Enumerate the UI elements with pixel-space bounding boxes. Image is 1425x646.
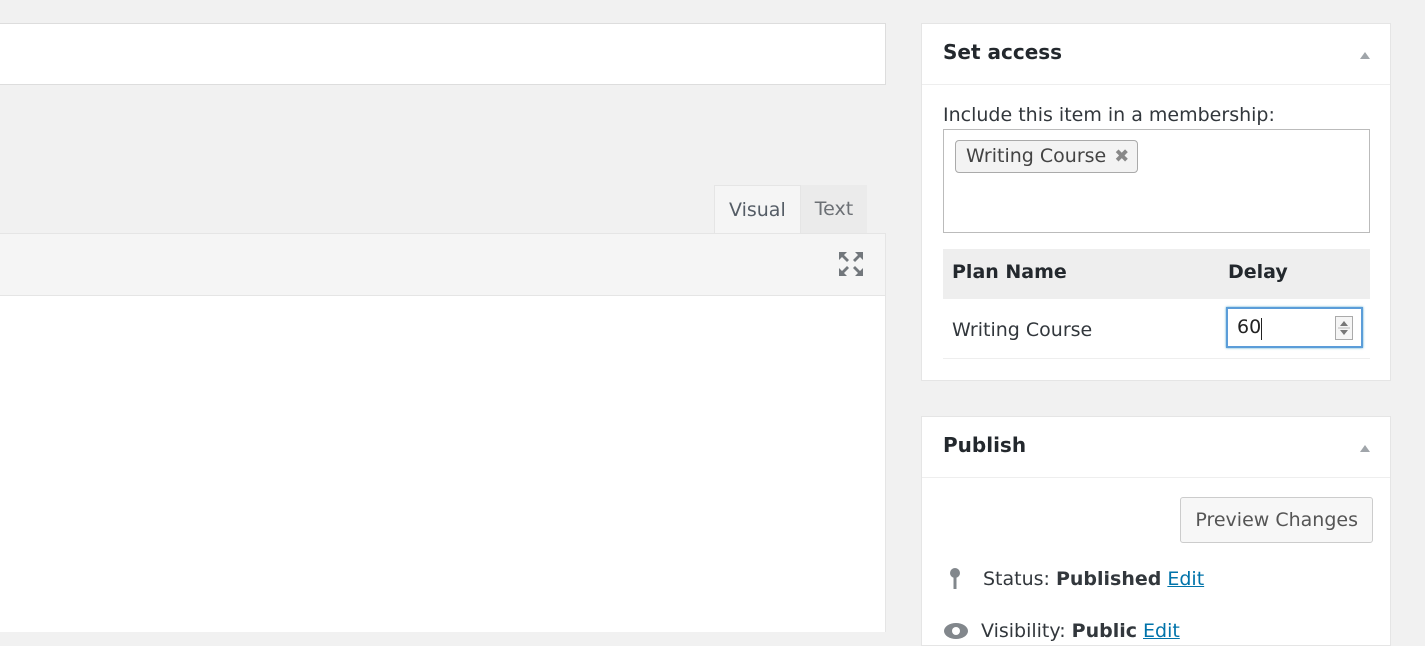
delay-input[interactable]: 60	[1226, 307, 1363, 348]
text-caret	[1261, 318, 1262, 340]
delay-spinner[interactable]	[1335, 316, 1353, 340]
membership-select-field[interactable]: Writing Course ✖	[943, 129, 1370, 233]
table-row: Writing Course 60	[943, 299, 1370, 359]
visibility-value: Public	[1071, 620, 1137, 642]
publish-title: Publish	[943, 433, 1027, 457]
plan-table: Plan Name Delay Writing Course 60	[943, 249, 1370, 359]
collapse-arrow-icon[interactable]	[1358, 48, 1372, 62]
preview-changes-button[interactable]: Preview Changes	[1180, 497, 1373, 543]
status-edit-link[interactable]: Edit	[1167, 568, 1204, 590]
membership-tag: Writing Course ✖	[955, 140, 1139, 173]
membership-tag-label: Writing Course	[966, 145, 1107, 167]
set-access-title: Set access	[943, 40, 1063, 64]
post-title-input[interactable]	[0, 23, 886, 85]
plan-table-header: Plan Name Delay	[943, 249, 1370, 299]
status-row: Status: Published Edit	[947, 567, 1204, 591]
collapse-arrow-icon[interactable]	[1358, 441, 1372, 455]
editor-toolbar	[0, 233, 886, 296]
status-value: Published	[1055, 568, 1162, 590]
plan-name-cell: Writing Course	[952, 319, 1093, 341]
delay-value: 60	[1237, 316, 1262, 338]
set-access-panel: Set access Include this item in a member…	[921, 23, 1391, 381]
remove-tag-icon[interactable]: ✖	[1114, 141, 1129, 172]
publish-panel: Publish Preview Changes Status: Publishe…	[921, 416, 1391, 646]
visibility-edit-link[interactable]: Edit	[1143, 620, 1180, 642]
editor-content-area[interactable]	[0, 296, 886, 632]
set-access-header: Set access	[922, 24, 1390, 85]
publish-header: Publish	[922, 417, 1390, 478]
pin-icon	[947, 567, 963, 591]
plan-name-header: Plan Name	[952, 261, 1067, 283]
fullscreen-icon[interactable]	[837, 250, 865, 278]
include-membership-label: Include this item in a membership:	[943, 104, 1275, 126]
tab-text[interactable]: Text	[800, 185, 868, 233]
eye-icon	[943, 622, 969, 640]
editor-tabs: Visual Text	[714, 185, 868, 233]
visibility-label: Visibility:	[981, 620, 1066, 642]
visibility-row: Visibility: Public Edit	[943, 620, 1180, 642]
status-label: Status:	[983, 568, 1050, 590]
tab-visual[interactable]: Visual	[714, 185, 801, 233]
delay-header: Delay	[1228, 261, 1288, 283]
